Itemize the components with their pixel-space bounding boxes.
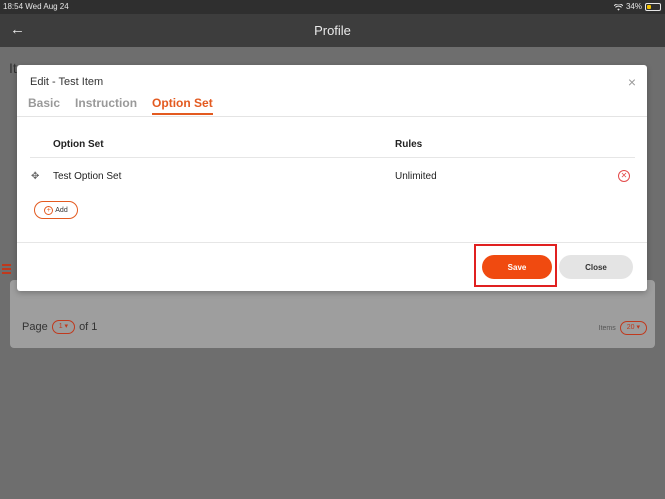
status-right: 34% xyxy=(613,0,661,14)
close-button[interactable]: Close xyxy=(559,255,633,279)
modal-title: Edit - Test Item xyxy=(30,76,104,88)
option-set-rule: Unlimited xyxy=(395,171,437,182)
drag-handle-icon[interactable]: ✥ xyxy=(31,171,39,183)
status-bar: 18:54 Wed Aug 24 34% xyxy=(0,0,665,14)
items-label: Items xyxy=(598,324,616,332)
pager-prefix: Page xyxy=(22,321,48,333)
status-time: 18:54 xyxy=(3,2,24,11)
remove-circle-icon[interactable]: ✕ xyxy=(618,170,630,182)
plus-circle-icon: + xyxy=(44,205,54,215)
items-per-page: Items 20 ▾ xyxy=(599,321,647,335)
menu-icon xyxy=(2,264,11,274)
column-header-option-set: Option Set xyxy=(53,139,104,150)
footer-divider xyxy=(17,242,647,243)
divider xyxy=(17,116,647,117)
tab-option-set[interactable]: Option Set xyxy=(152,96,213,115)
add-button[interactable]: + Add xyxy=(34,201,78,219)
nav-bar: ← Profile xyxy=(0,14,665,47)
pager-suffix: of 1 xyxy=(79,321,98,333)
battery-fill xyxy=(647,5,651,9)
pager: Page 1 ▾ of 1 xyxy=(22,320,97,334)
battery-percent: 34% xyxy=(625,2,642,11)
modal-tabs: Basic Instruction Option Set xyxy=(28,96,213,115)
battery-icon xyxy=(645,3,661,11)
header-divider xyxy=(30,157,635,158)
page-select[interactable]: 1 ▾ xyxy=(51,320,76,334)
background-heading: It xyxy=(9,60,17,76)
save-button[interactable]: Save xyxy=(482,255,552,279)
tab-basic[interactable]: Basic xyxy=(28,96,60,115)
edit-item-modal: Edit - Test Item × Basic Instruction Opt… xyxy=(17,65,647,291)
wifi-icon xyxy=(613,3,623,11)
status-date: Wed Aug 24 xyxy=(25,2,69,11)
status-left: 18:54 Wed Aug 24 xyxy=(3,0,69,14)
items-select[interactable]: 20 ▾ xyxy=(619,321,647,335)
page-title: Profile xyxy=(314,23,351,38)
add-label: Add xyxy=(55,206,68,214)
close-icon[interactable]: × xyxy=(628,75,636,89)
option-set-name: Test Option Set xyxy=(53,171,122,182)
tab-instruction[interactable]: Instruction xyxy=(75,96,137,115)
column-header-rules: Rules xyxy=(395,139,423,150)
